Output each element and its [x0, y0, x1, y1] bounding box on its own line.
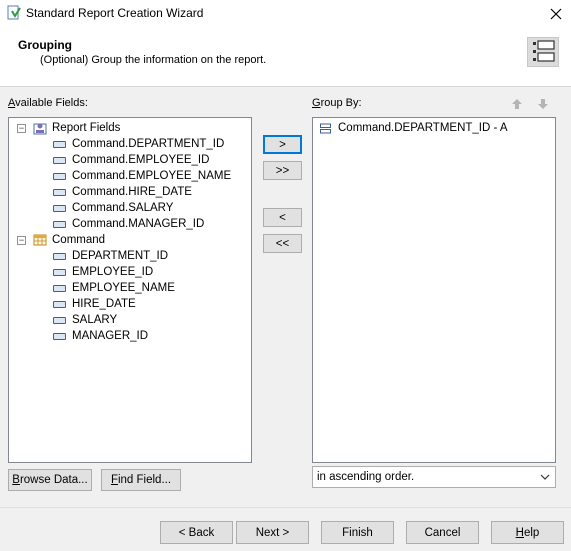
remove-all-button[interactable]: <<: [263, 234, 302, 253]
add-all-button[interactable]: >>: [263, 161, 302, 180]
available-fields-tree[interactable]: − Report Fields Command.DEPARTMENT_ID Co…: [8, 117, 252, 463]
finish-button[interactable]: Finish: [321, 521, 394, 544]
field-icon: [53, 252, 66, 260]
tree-item[interactable]: Command.EMPLOYEE_NAME: [53, 168, 231, 184]
tree-item[interactable]: MANAGER_ID: [53, 328, 148, 344]
tree-item[interactable]: Command.MANAGER_ID: [53, 216, 204, 232]
tree-item[interactable]: DEPARTMENT_ID: [53, 248, 168, 264]
expander-report-fields[interactable]: −: [17, 124, 26, 133]
sort-order-value: in ascending order.: [317, 471, 415, 483]
move-up-icon[interactable]: [511, 98, 523, 110]
expander-command[interactable]: −: [17, 236, 26, 245]
list-item[interactable]: Command.DEPARTMENT_ID - A: [320, 120, 508, 136]
next-button[interactable]: Next >: [236, 521, 309, 544]
group-icon: [320, 123, 331, 133]
chevron-down-icon: [540, 474, 550, 480]
add-button[interactable]: >: [263, 135, 302, 154]
remove-button[interactable]: <: [263, 208, 302, 227]
sort-order-select[interactable]: in ascending order.: [312, 466, 556, 488]
window-title: Standard Report Creation Wizard: [26, 6, 204, 20]
cancel-button[interactable]: Cancel: [406, 521, 479, 544]
find-field-button[interactable]: Find Field...: [101, 469, 181, 491]
tree-node-label: Report Fields: [52, 122, 121, 134]
tree-item[interactable]: Command.HIRE_DATE: [53, 184, 192, 200]
tree-item[interactable]: EMPLOYEE_ID: [53, 264, 153, 280]
page-title: Grouping: [18, 38, 72, 52]
field-icon: [53, 188, 66, 196]
field-icon: [53, 156, 66, 164]
wizard-header: Grouping (Optional) Group the informatio…: [0, 27, 571, 87]
field-icon: [53, 284, 66, 292]
field-icon: [53, 140, 66, 148]
grouping-icon: [527, 37, 559, 67]
browse-data-button[interactable]: Browse Data...: [8, 469, 92, 491]
group-by-label: Group By:: [312, 97, 362, 109]
tree-item[interactable]: Command.SALARY: [53, 200, 173, 216]
page-subtitle: (Optional) Group the information on the …: [40, 54, 267, 66]
tree-item[interactable]: HIRE_DATE: [53, 296, 136, 312]
table-icon: [33, 234, 47, 246]
tree-item[interactable]: Command.EMPLOYEE_ID: [53, 152, 209, 168]
field-icon: [53, 220, 66, 228]
close-icon: [550, 8, 562, 19]
field-icon: [53, 204, 66, 212]
title-bar: Standard Report Creation Wizard: [0, 0, 571, 27]
report-fields-icon: [33, 123, 47, 135]
field-icon: [53, 316, 66, 324]
tree-node-command[interactable]: Command: [33, 232, 105, 248]
tree-item[interactable]: SALARY: [53, 312, 117, 328]
close-button[interactable]: [541, 0, 571, 27]
field-icon: [53, 300, 66, 308]
footer-divider: [0, 507, 571, 508]
field-icon: [53, 268, 66, 276]
app-icon: [7, 5, 21, 20]
field-icon: [53, 172, 66, 180]
tree-item[interactable]: EMPLOYEE_NAME: [53, 280, 175, 296]
tree-node-label: Command: [52, 234, 106, 246]
move-down-icon[interactable]: [537, 98, 549, 110]
back-button[interactable]: < Back: [160, 521, 233, 544]
tree-item[interactable]: Command.DEPARTMENT_ID: [53, 136, 224, 152]
help-button[interactable]: Help: [491, 521, 564, 544]
available-fields-label: Available Fields:: [8, 97, 88, 109]
field-icon: [53, 332, 66, 340]
group-by-list[interactable]: Command.DEPARTMENT_ID - A: [312, 117, 556, 463]
tree-node-report-fields[interactable]: Report Fields: [33, 120, 120, 136]
